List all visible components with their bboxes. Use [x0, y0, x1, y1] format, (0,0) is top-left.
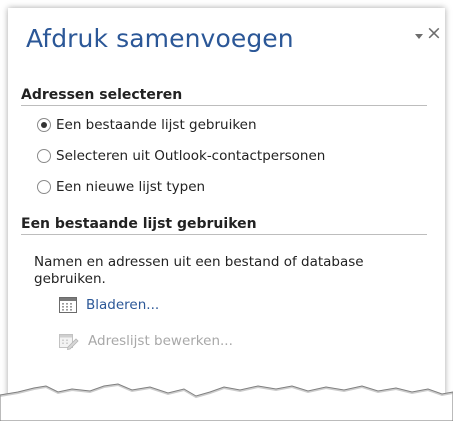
radio-outlook-contacts[interactable]: Selecteren uit Outlook-contactpersonen	[37, 147, 325, 165]
radio-label: Een bestaande lijst gebruiken	[56, 117, 257, 133]
radio-existing-list[interactable]: Een bestaande lijst gebruiken	[37, 116, 257, 134]
radio-button-checked[interactable]	[37, 118, 51, 132]
radio-label: Selecteren uit Outlook-contactpersonen	[56, 148, 326, 164]
pane-title: Afdruk samenvoegen	[26, 24, 294, 53]
mail-merge-pane: Afdruk samenvoegen × Adressen selecteren…	[8, 8, 445, 413]
radio-button[interactable]	[37, 180, 51, 194]
table-icon	[59, 297, 77, 313]
close-icon[interactable]: ×	[426, 23, 442, 43]
radio-button[interactable]	[37, 149, 51, 163]
edit-list-icon	[59, 334, 79, 350]
edit-address-list-link: Adreslijst bewerken...	[59, 331, 233, 351]
edit-address-list-label: Adreslijst bewerken...	[88, 333, 233, 349]
browse-link[interactable]: Bladeren...	[59, 295, 159, 315]
radio-label: Een nieuwe lijst typen	[56, 179, 206, 195]
browse-link-label[interactable]: Bladeren...	[86, 297, 159, 313]
section-description: Namen en adressen uit een bestand of dat…	[34, 254, 364, 287]
section-heading-existing-list: Een bestaande lijst gebruiken	[21, 216, 427, 235]
chevron-down-icon[interactable]	[415, 34, 423, 39]
section-heading-select-addresses: Adressen selecteren	[21, 87, 427, 106]
radio-new-list[interactable]: Een nieuwe lijst typen	[37, 178, 205, 196]
